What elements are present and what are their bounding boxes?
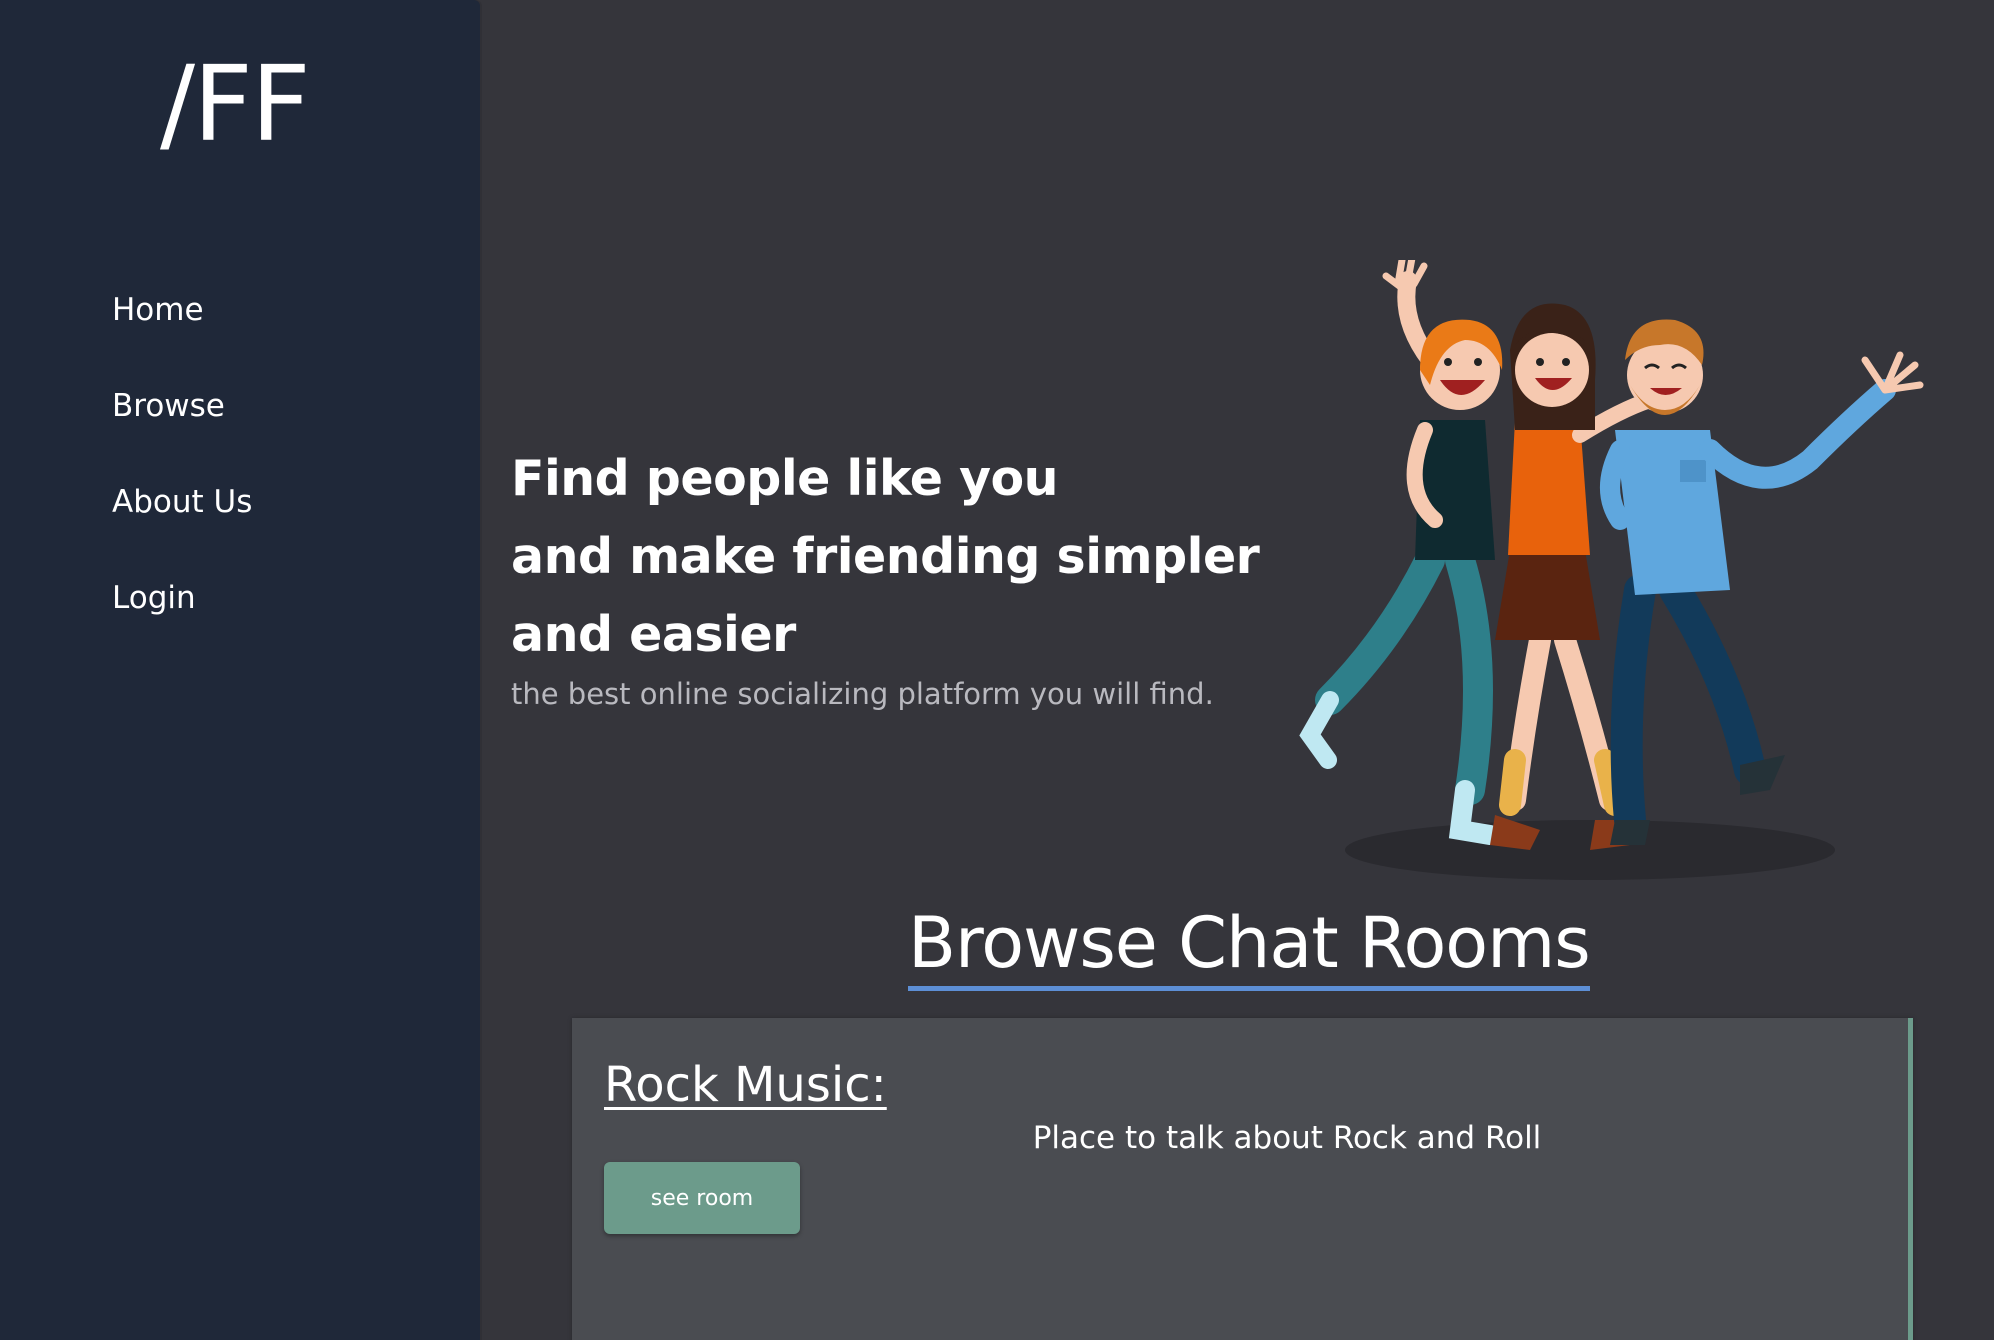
sidebar-item-login[interactable]: Login [112, 578, 252, 618]
hero-subtitle: the best online socializing platform you… [511, 677, 1214, 711]
sidebar-item-home[interactable]: Home [112, 290, 252, 330]
sidebar: /FF Home Browse About Us Login [0, 0, 480, 1340]
hero-title-line-2: and make friending simpler [511, 528, 1260, 585]
hero-title-line-3: and easier [511, 606, 796, 663]
room-description: Place to talk about Rock and Roll [1032, 1120, 1542, 1156]
person-left [1299, 260, 1503, 845]
friends-illustration [1299, 260, 1924, 880]
room-card: Rock Music: Place to talk about Rock and… [572, 1018, 1913, 1340]
sidebar-item-browse[interactable]: Browse [112, 386, 252, 426]
hero-title: Find people like you and make friending … [511, 440, 1271, 674]
browse-chat-rooms-heading: Browse Chat Rooms [908, 900, 1591, 991]
sidebar-item-about-us[interactable]: About Us [112, 482, 252, 522]
hero-title-line-1: Find people like you [511, 450, 1059, 507]
logo[interactable]: /FF [160, 52, 311, 156]
sidebar-nav: Home Browse About Us Login [112, 290, 252, 674]
app-root: /FF Home Browse About Us Login Find peop… [0, 0, 1994, 1340]
room-title[interactable]: Rock Music: [604, 1056, 887, 1114]
person-right [1600, 319, 1924, 845]
see-room-button[interactable]: see room [604, 1162, 800, 1234]
